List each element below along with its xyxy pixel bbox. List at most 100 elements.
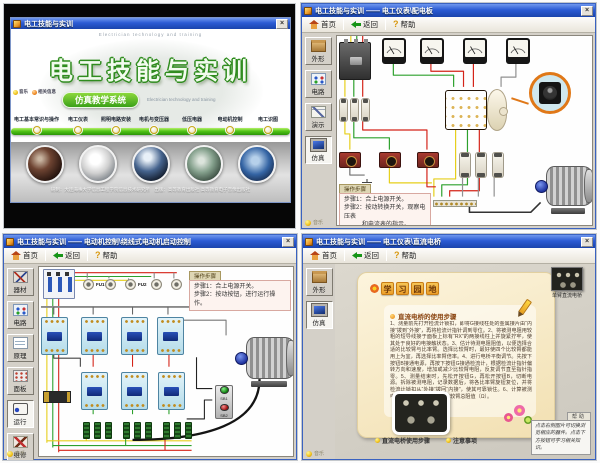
home-button[interactable]: 首页 [8,249,41,262]
window-title: 电工技能与实训 [24,19,73,29]
screw-fuse [105,279,116,290]
photo-meter [79,145,117,183]
menu-item-machines[interactable]: 电机与变压器 [135,116,173,134]
contactor [121,372,148,410]
fuse [339,98,348,122]
close-button[interactable]: × [282,237,294,247]
fuse-link [475,152,487,178]
monitor-icon [311,139,326,151]
magnifier-callout [529,72,571,114]
motor-base [251,381,287,387]
titlebar: 电工技能与实训 —— 电工仪表\直流电桥 × [303,235,595,248]
music-button[interactable]: 音乐 [305,219,323,226]
motor-shaft-hub [235,352,248,365]
music-button[interactable]: 音乐 [306,450,324,457]
home-icon [310,251,320,260]
motor-endcap [584,169,593,203]
panel-sim-window: 电工技能与实训 —— 电工仪表\配电板 × 首页 返回 ?帮助 外形 电路 演示… [301,3,596,229]
back-button[interactable]: 返回 [348,18,381,31]
help-note-text: 点击右侧图片可切换浏览相应的器件。点击下方按钮可学习相关知识。 [531,420,591,455]
splash-content: Electrician technology and training 音乐 相… [11,29,290,202]
circuit-breaker[interactable] [339,42,371,80]
music-button[interactable]: 音乐 [7,450,25,457]
sidebar-simulation-button[interactable]: 仿真 [305,136,332,164]
starting-resistor [83,422,90,439]
bullet-icon [446,438,451,443]
fuse-link [492,152,504,178]
splash-titlebar: 电工技能与实训 × [11,18,290,29]
help-button[interactable]: ?帮助 [92,249,121,262]
circuit-icon [311,73,326,85]
help-icon: ? [393,20,399,29]
current-transformer [339,152,361,168]
toolbar-separator [45,250,46,261]
sidebar: 外形 电路 演示 仿真 [302,33,334,228]
motor-endcap [286,340,294,376]
close-button[interactable]: × [581,237,593,247]
rotary-changeover-switch[interactable] [445,88,507,132]
titlebar: 电工技能与实训 —— 电工仪表\配电板 × [302,4,595,17]
circuit-breaker[interactable] [43,269,75,299]
radio-icon [150,126,158,134]
stop-button[interactable] [220,404,229,412]
menu-item-diagrams[interactable]: 电工识图 [249,116,287,134]
home-icon [309,20,319,29]
credits-footer: 研制：大连海事大学信息工程学院信息技术研究所 出版：高等教育出版社 高等教育电子… [11,187,290,193]
help-note: 帮助 点击右侧图片可切换浏览相应的器件。点击下方按钮可学习相关知识。 [531,412,591,455]
sidebar-equipment-button[interactable]: 器材 [7,268,34,296]
window-body: 外形 电路 演示 仿真 [302,33,595,228]
radio-icon [188,126,196,134]
help-button[interactable]: ?帮助 [391,249,420,262]
sidebar-appearance-button[interactable]: 外形 [305,37,332,65]
start-button-label: SB1 [220,397,228,401]
close-button[interactable]: × [581,6,593,16]
monitor-icon [312,304,327,316]
link-usage-steps[interactable]: 直流电桥使用步骤 [375,436,430,445]
home-button[interactable]: 首页 [307,249,340,262]
switch-knob-zoom [539,82,561,104]
help-icon: ? [394,251,400,260]
motor-sim-window: 电工技能与实训 —— 电动机控制\绕线式电动机启动控制 × 首页 返回 ?帮助 … [3,234,297,460]
sidebar-run-button[interactable]: 运行 [7,400,34,428]
home-icon [11,251,21,260]
bridge-page-screenshot: 电工技能与实训 —— 电工仪表\直流电桥 × 首页 返回 ?帮助 外形 仿真 学… [301,233,597,461]
music-icon [7,451,13,457]
sidebar-demo-button[interactable]: 演示 [305,103,332,131]
main-menu: 电工基本常识与操作 电工仪表 照明电路安装 电机与变压器 低压电器 电动机控制 … [14,116,287,134]
start-button[interactable] [220,386,229,394]
sidebar-principle-button[interactable]: 原理 [7,334,34,362]
learning-card: 学 习 园 地 直流电桥的使用步骤 1、测量前先打开检流计锁扣，即将G接线柱处的… [357,272,555,438]
back-button[interactable]: 返回 [349,249,382,262]
ammeter [382,38,406,64]
link-precautions[interactable]: 注意事项 [446,436,477,445]
menu-item-instruments[interactable]: 电工仪表 [59,116,97,134]
menu-item-basics[interactable]: 电工基本常识与操作 [14,116,59,134]
steps-tab: 操作步骤 [189,271,221,280]
operation-steps-note: 操作步骤 步骤1：合上电源开关。 步骤2：按动转换开关，观察电压表 和电流表的指… [339,184,431,226]
contactor [158,372,185,410]
operation-steps-note: 操作步骤 步骤1：合上电源开关。 步骤2：按动按钮，进行运行操作。 [189,271,291,311]
menu-item-motorcontrol[interactable]: 电动机控制 [211,116,249,134]
sidebar-panel-button[interactable]: 面板 [7,367,34,395]
sidebar-circuit-button[interactable]: 电路 [305,70,332,98]
screw-fuse [125,279,136,290]
demo-icon [311,106,326,118]
music-button[interactable]: 音乐 [13,89,28,95]
close-button[interactable]: × [276,19,288,29]
info-button[interactable]: 相关信息 [32,89,56,95]
knife-switch[interactable] [43,391,71,403]
schematic-icon [13,337,28,349]
device-thumbnail[interactable] [551,267,583,291]
menu-item-lighting[interactable]: 照明电路安装 [97,116,135,134]
back-button[interactable]: 返回 [50,249,83,262]
sidebar-simulation-button[interactable]: 仿真 [306,301,333,329]
radio-icon [112,126,120,134]
menu-item-lowvoltage[interactable]: 低压电器 [173,116,211,134]
sidebar-appearance-button[interactable]: 外形 [306,268,333,296]
home-button[interactable]: 首页 [306,18,339,31]
app-icon [305,238,313,246]
radio-icon [226,126,234,134]
sidebar-circuit-button[interactable]: 电路 [7,301,34,329]
section-title: 直流电桥的使用步骤 [398,311,457,321]
help-button[interactable]: ?帮助 [390,18,419,31]
